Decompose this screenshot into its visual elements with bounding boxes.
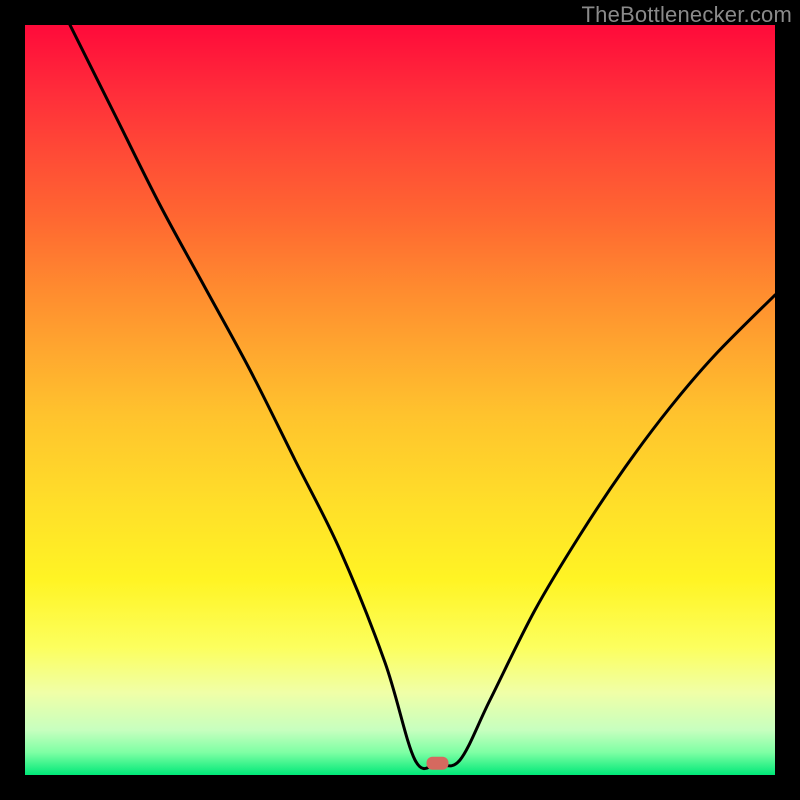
watermark-label: TheBottlenecker.com [582,2,792,28]
bottleneck-curve [70,25,775,769]
chart-frame: TheBottlenecker.com [0,0,800,800]
optimum-marker [427,757,449,770]
curve-layer [25,25,775,775]
plot-area [25,25,775,775]
